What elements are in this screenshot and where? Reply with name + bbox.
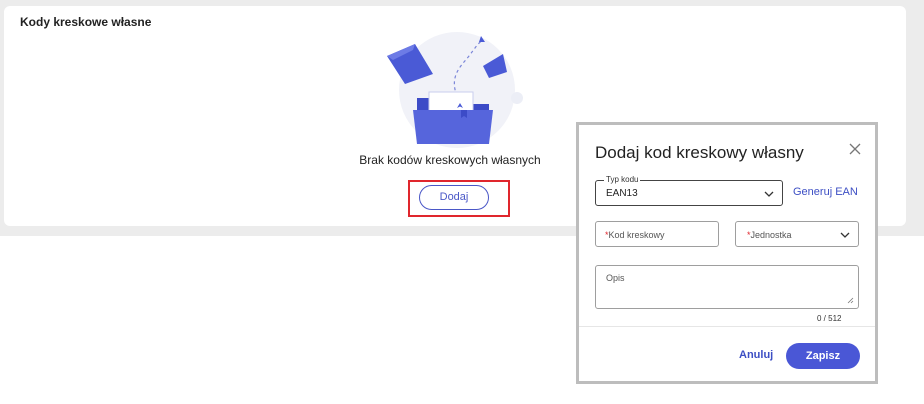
barcode-input[interactable]: *Kod kreskowy [595,221,719,247]
barcode-placeholder: Kod kreskowy [608,230,665,240]
save-button[interactable]: Zapisz [786,343,860,369]
cancel-button[interactable]: Anuluj [739,349,773,361]
dialog-title: Dodaj kod kreskowy własny [595,143,804,162]
code-type-legend: Typ kodu [604,174,641,185]
generate-ean-link[interactable]: Generuj EAN [793,186,858,198]
character-counter: 0 / 512 [817,314,842,323]
empty-folder-illustration [387,32,523,148]
add-button[interactable]: Dodaj [419,185,489,210]
add-barcode-dialog: Dodaj kod kreskowy własny Typ kodu EAN13… [576,122,878,384]
close-icon[interactable] [847,141,863,157]
code-type-select[interactable]: Typ kodu EAN13 [595,174,783,206]
unit-placeholder: Jednostka [750,230,792,240]
description-placeholder: Opis [606,273,625,283]
chevron-down-icon [764,191,774,197]
dialog-divider [579,326,875,327]
resize-handle-icon[interactable] [847,297,854,304]
chevron-down-icon [840,232,850,238]
empty-state-text: Brak kodów kreskowych własnych [359,153,541,167]
description-textarea[interactable]: Opis [595,265,859,309]
unit-select[interactable]: *Jednostka [735,221,859,247]
card-title: Kody kreskowe własne [20,15,152,29]
code-type-value: EAN13 [606,188,638,199]
